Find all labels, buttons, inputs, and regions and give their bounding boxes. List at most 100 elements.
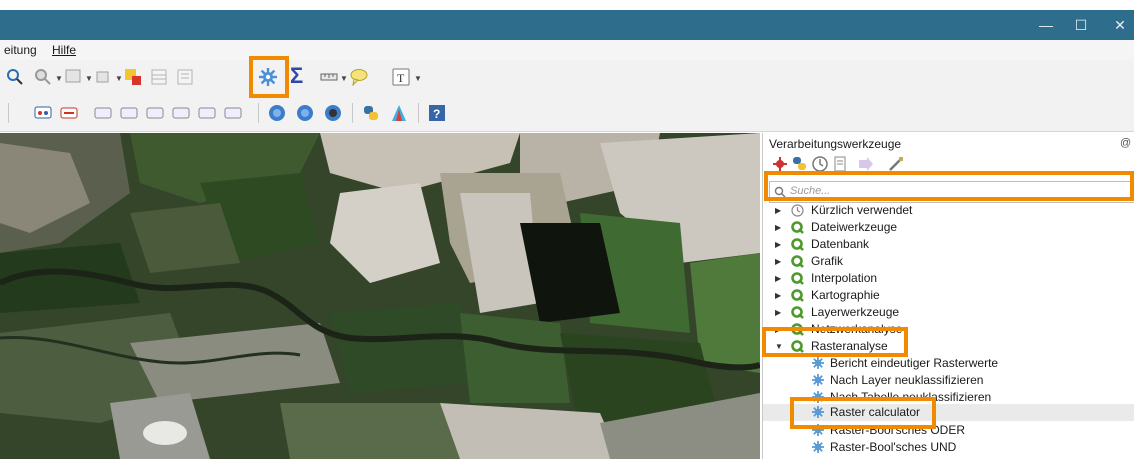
select-icon[interactable] (64, 68, 82, 86)
options-icon[interactable] (887, 155, 905, 173)
text-annotation-icon[interactable]: T (392, 68, 410, 86)
tree-group-cartography[interactable]: ▶ Kartographie (763, 287, 1134, 304)
qgis-icon (791, 289, 804, 302)
qgis-icon (791, 306, 804, 319)
processing-toolbox-panel: Verarbeitungswerkzeuge @ Suche... ▶ Kürz… (762, 133, 1134, 459)
tree-group-raster-analysis[interactable]: ▼ Rasteranalyse (763, 338, 1134, 355)
algorithm-label: Raster-Bool'sches UND (830, 440, 957, 454)
chevron-down-icon[interactable]: ▼ (414, 74, 422, 83)
models-icon[interactable] (771, 155, 789, 173)
processing-algorithm-icon (812, 424, 824, 436)
add-wcs-icon[interactable] (296, 104, 314, 122)
tree-group-database[interactable]: ▶ Datenbank (763, 236, 1134, 253)
window-title-bar: — ☐ ✕ (0, 10, 1134, 40)
algorithm-label: Raster-Bool'sches ODER (830, 423, 965, 437)
zoom-icon[interactable] (34, 68, 52, 86)
tree-group-label: Netzwerkanalyse (811, 322, 903, 336)
chevron-right-icon[interactable]: ▶ (775, 236, 781, 253)
menu-bar: eitung Hilfe (0, 40, 1134, 60)
tree-group-label: Kürzlich verwendet (811, 203, 913, 217)
menu-help[interactable]: Hilfe (52, 43, 76, 57)
measure-icon[interactable] (94, 68, 112, 86)
label-abc-icon[interactable] (60, 104, 78, 122)
processing-algorithm-icon (812, 391, 824, 403)
svg-text:T: T (397, 71, 405, 85)
label-move-icon[interactable] (146, 104, 164, 122)
close-button[interactable]: ✕ (1100, 10, 1134, 40)
python-icon[interactable] (362, 104, 380, 122)
chevron-down-icon[interactable]: ▼ (340, 74, 348, 83)
georef-icon[interactable] (390, 104, 408, 122)
menu-processing[interactable]: eitung (4, 43, 37, 57)
edit-features-icon[interactable] (857, 155, 875, 173)
processing-toolbox-icon[interactable] (258, 67, 278, 87)
algorithm-item[interactable]: Raster-Bool'sches UND (763, 439, 1134, 456)
toolbar-separator (258, 103, 259, 123)
label-rotate-icon[interactable] (172, 104, 190, 122)
results-icon[interactable] (831, 155, 849, 173)
chevron-down-icon[interactable]: ▼ (775, 338, 783, 355)
processing-algorithm-icon (812, 374, 824, 386)
field-calculator-icon[interactable] (176, 68, 194, 86)
chevron-down-icon[interactable]: ▼ (115, 74, 123, 83)
qgis-icon (791, 323, 804, 336)
qgis-icon (791, 238, 804, 251)
statistics-icon[interactable]: Σ (290, 63, 303, 89)
qgis-icon (791, 255, 804, 268)
chevron-down-icon[interactable]: ▼ (55, 74, 63, 83)
label-icon[interactable] (34, 104, 52, 122)
toolbar-separator (352, 103, 353, 123)
label-change-icon[interactable] (198, 104, 216, 122)
attribute-table-icon[interactable] (150, 68, 168, 86)
panel-float-button[interactable]: @ (1120, 137, 1131, 149)
minimize-button[interactable]: — (1026, 10, 1066, 40)
algorithm-item[interactable]: Bericht eindeutiger Rasterwerte (763, 355, 1134, 372)
chevron-right-icon[interactable]: ▶ (775, 202, 781, 219)
label-pin-icon[interactable] (94, 104, 112, 122)
tree-group-layer-tools[interactable]: ▶ Layerwerkzeuge (763, 304, 1134, 321)
processing-algorithm-icon (812, 441, 824, 453)
tree-group-interpolation[interactable]: ▶ Interpolation (763, 270, 1134, 287)
algorithm-item[interactable]: Raster-Bool'sches ODER (763, 422, 1134, 439)
tree-group-label: Grafik (811, 254, 844, 268)
qgis-icon (791, 221, 804, 234)
search-icon (774, 186, 786, 198)
tree-group-file-tools[interactable]: ▶ Dateiwerkzeuge (763, 219, 1134, 236)
history-icon[interactable] (811, 155, 829, 173)
help-icon[interactable]: ? (428, 104, 446, 122)
chevron-right-icon[interactable]: ▶ (775, 219, 781, 236)
maximize-button[interactable]: ☐ (1061, 10, 1101, 40)
chevron-down-icon[interactable]: ▼ (85, 74, 93, 83)
tree-group-graphics[interactable]: ▶ Grafik (763, 253, 1134, 270)
qgis-icon (791, 340, 804, 353)
annotation-icon[interactable] (350, 68, 368, 86)
chevron-right-icon[interactable]: ▶ (775, 270, 781, 287)
search-input[interactable]: Suche... (769, 181, 1134, 203)
algorithm-item-raster-calculator[interactable]: Raster calculator (763, 404, 1134, 421)
ruler-icon[interactable] (320, 68, 338, 86)
tree-group-network-analysis[interactable]: ▶ Netzwerkanalyse (763, 321, 1134, 338)
chevron-right-icon[interactable]: ▶ (775, 253, 781, 270)
algorithm-label: Bericht eindeutiger Rasterwerte (830, 356, 999, 370)
chevron-right-icon[interactable]: ▶ (775, 287, 781, 304)
label-change-icon[interactable] (224, 104, 242, 122)
chevron-right-icon[interactable]: ▶ (775, 304, 781, 321)
deselect-icon[interactable] (124, 68, 142, 86)
chevron-right-icon[interactable]: ▶ (775, 321, 781, 338)
algorithm-label: Raster calculator (830, 405, 921, 419)
add-wms-icon[interactable] (268, 104, 286, 122)
satellite-raster (0, 133, 760, 459)
tree-group-recent[interactable]: ▶ Kürzlich verwendet (763, 202, 1134, 219)
add-wfs-icon[interactable] (324, 104, 342, 122)
qgis-icon (791, 272, 804, 285)
python-scripts-icon[interactable] (791, 155, 809, 173)
map-canvas[interactable] (0, 133, 760, 459)
algorithm-item[interactable]: Nach Layer neuklassifizieren (763, 372, 1134, 389)
identify-icon[interactable] (6, 68, 24, 86)
processing-algorithm-icon (812, 406, 824, 418)
tree-group-label: Interpolation (811, 271, 878, 285)
svg-text:?: ? (433, 107, 440, 121)
label-show-icon[interactable] (120, 104, 138, 122)
clock-icon (791, 204, 804, 217)
tree-group-label: Datenbank (811, 237, 870, 251)
